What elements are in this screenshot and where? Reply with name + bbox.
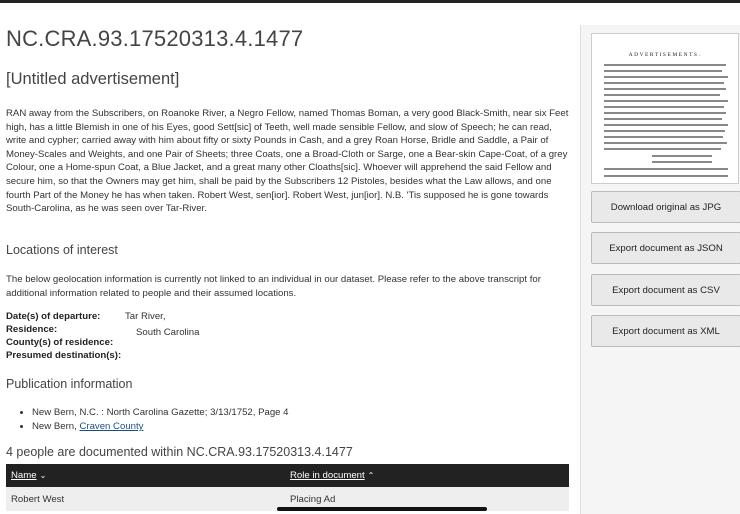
person-name: Robert West (11, 494, 65, 505)
list-item: New Bern, N.C. : North Carolina Gazette;… (32, 406, 289, 420)
people-heading: 4 people are documented within NC.CRA.93… (6, 445, 353, 459)
export-json-button[interactable]: Export document as JSON (591, 232, 740, 264)
thumbnail-caption: ADVERTISEMENTS. (628, 52, 702, 58)
sort-by-name[interactable]: Name ⌄ (11, 470, 46, 481)
sort-by-role[interactable]: Role in document ⌃ (290, 470, 374, 481)
table-header: Name ⌄ Role in document ⌃ (6, 464, 569, 487)
people-table: Name ⌄ Role in document ⌃ Robert West Plac… (6, 464, 569, 511)
publication-list: New Bern, N.C. : North Carolina Gazette;… (6, 406, 289, 434)
export-csv-button[interactable]: Export document as CSV (591, 274, 740, 306)
download-jpg-button[interactable]: Download original as JPG (591, 191, 740, 223)
home-indicator[interactable] (277, 507, 487, 511)
top-bar (0, 0, 740, 3)
chevron-up-icon: ⌃ (367, 471, 375, 480)
location-prefix: New Bern, (32, 421, 80, 432)
publication-heading: Publication information (6, 377, 133, 391)
transcript-text: RAN away from the Subscribers, on Roanok… (6, 108, 569, 215)
fact-label: Presumed destination(s): (6, 350, 122, 361)
export-xml-button[interactable]: Export document as XML (591, 315, 740, 347)
document-title: [Untitled advertisement] (6, 70, 180, 88)
geolocation-note: The below geolocation information is cur… (6, 274, 541, 299)
document-thumbnail[interactable]: ADVERTISEMENTS. (591, 33, 739, 184)
person-role: Placing Ad (290, 494, 336, 505)
county-link[interactable]: Craven County (79, 421, 143, 432)
column-name: Name (11, 470, 37, 481)
fact-label: Residence: (6, 324, 58, 335)
sidebar: ADVERTISEMENTS. Download original as JPG… (580, 25, 740, 514)
fact-label: County(s) of residence: (6, 337, 114, 348)
list-item: New Bern, Craven County (32, 420, 289, 434)
fact-label: Date(s) of departure: (6, 311, 101, 322)
chevron-down-icon: ⌄ (39, 471, 47, 480)
fact-value: Tar River, (125, 311, 166, 322)
column-role: Role in document (290, 470, 365, 481)
page-title: NC.CRA.93.17520313.4.1477 (6, 26, 304, 51)
fact-value: South Carolina (136, 327, 200, 338)
locations-heading: Locations of interest (6, 243, 118, 257)
